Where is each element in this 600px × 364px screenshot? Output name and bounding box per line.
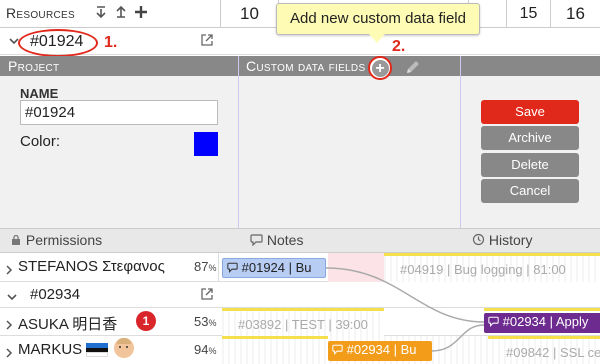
planner-window: Resources 10 15 16 Add new custom data f… (0, 0, 600, 364)
booking-bar-02934[interactable]: #02934 | Apply (484, 313, 600, 333)
save-button[interactable]: Save (481, 100, 579, 124)
add-resource-icon[interactable] (132, 4, 150, 22)
booking-label: #01924 | Bu (241, 260, 312, 275)
custom-fields-title: Custom data fields (246, 58, 366, 74)
annotation-2: 2. (392, 38, 406, 55)
cancel-button[interactable]: Cancel (481, 179, 579, 203)
speech-bubble-icon (250, 234, 263, 247)
weekend-shade (328, 253, 384, 282)
booking-ghost-09842[interactable]: #09842 | SSL ce (506, 345, 600, 360)
add-custom-field-button[interactable]: + (368, 56, 392, 80)
tab-permissions-label: Permissions (25, 232, 103, 248)
pencil-icon[interactable] (404, 58, 422, 76)
tab-history[interactable]: History (472, 232, 532, 248)
highlight-circle-1 (18, 29, 98, 57)
day-column-15: 15 (506, 0, 550, 28)
utilization-markus: 94% (194, 342, 217, 357)
name-label: NAME (20, 86, 59, 101)
day-column-16: 16 (550, 0, 600, 28)
group-name: #02934 (30, 286, 81, 303)
booking-ghost-03892[interactable]: #03892 | TEST | 39:00 (238, 317, 378, 332)
resources-label: Resources (6, 5, 75, 21)
tab-notes-label: Notes (266, 232, 304, 248)
annotation-1: 1. (104, 34, 118, 51)
color-label: Color: (20, 133, 61, 150)
booking-bar-01924[interactable]: #01924 | Bu (222, 258, 326, 278)
color-swatch[interactable] (194, 132, 218, 156)
timeline-load-line (384, 253, 600, 256)
tab-notes[interactable]: Notes (250, 232, 303, 248)
timeline-load-line (222, 336, 328, 339)
clock-icon (472, 233, 485, 246)
chevron-right-icon[interactable] (4, 345, 14, 358)
add-field-tooltip: Add new custom data field (276, 3, 480, 43)
chevron-right-icon[interactable] (4, 317, 14, 330)
tab-history-label: History (488, 232, 533, 248)
panel-divider-2 (460, 56, 461, 228)
avatar (114, 338, 134, 358)
speech-bubble-icon (332, 344, 343, 355)
booking-label: #02934 | Bu (346, 342, 417, 357)
booking-ghost-04919[interactable]: #04919 | Bug logging | 81:00 (400, 262, 600, 277)
panel-divider-1 (238, 56, 239, 228)
project-panel-title: Project (8, 58, 60, 74)
timeline-load-line (484, 308, 600, 311)
sort-down-icon[interactable] (92, 4, 110, 22)
project-group-row[interactable] (0, 282, 600, 308)
resource-name-markus: MARKUS (18, 341, 83, 358)
delete-button[interactable]: Delete (481, 153, 579, 177)
timeline-load-line (222, 308, 384, 311)
lock-icon (12, 234, 20, 245)
speech-bubble-icon (488, 316, 499, 327)
chevron-right-icon[interactable] (4, 262, 14, 275)
plus-icon: + (371, 59, 389, 77)
estonian-flag-icon (86, 343, 108, 357)
name-input[interactable]: #01924 (20, 100, 218, 125)
notification-badge[interactable]: 1 (136, 311, 156, 331)
open-external-icon[interactable] (200, 287, 214, 301)
utilization-stefanos: 87% (194, 259, 217, 274)
booking-bar-02934-markus[interactable]: #02934 | Bu (328, 341, 432, 361)
project-edit-panel (0, 76, 600, 228)
utilization-asuka: 53% (194, 314, 217, 329)
timeline-load-line (488, 336, 600, 339)
chevron-down-icon[interactable] (6, 290, 18, 302)
speech-bubble-icon (227, 262, 238, 273)
resource-name-asuka: ASUKA 明日香 (18, 316, 118, 333)
open-external-icon[interactable] (200, 33, 214, 47)
sort-up-icon[interactable] (112, 4, 130, 22)
tab-permissions[interactable]: Permissions (10, 232, 102, 248)
archive-button[interactable]: Archive (481, 126, 579, 150)
resource-name-stefanos: STEFANOS Στεφανος (18, 258, 165, 275)
day-column-10: 10 (220, 0, 278, 28)
booking-label: #02934 | Apply (502, 314, 589, 329)
